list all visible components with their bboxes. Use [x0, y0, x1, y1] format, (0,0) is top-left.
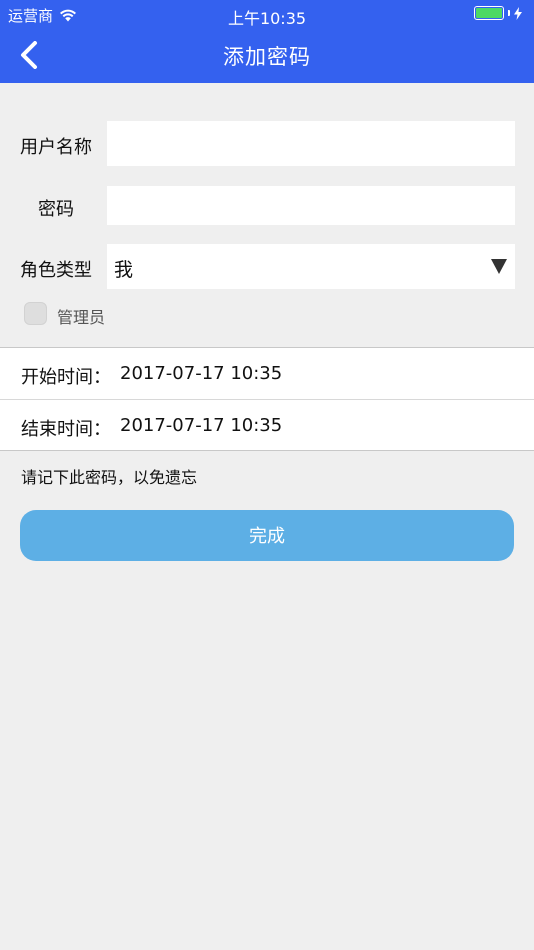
- navigation-bar: 添加密码: [0, 28, 534, 83]
- role-label: 角色类型: [20, 260, 92, 281]
- battery-tip: [508, 10, 510, 16]
- battery-fill: [476, 8, 502, 18]
- charging-bolt-icon: [514, 6, 522, 20]
- status-bar: 运营商 上午10:35: [0, 0, 534, 28]
- end-time-value: 2017-07-17 10:35: [120, 415, 283, 436]
- password-hint: 请记下此密码，以免遗忘: [21, 468, 198, 487]
- password-input[interactable]: [107, 186, 515, 225]
- time-section: 开始时间： 2017-07-17 10:35 结束时间： 2017-07-17 …: [0, 347, 534, 451]
- role-row: 角色类型 我: [0, 244, 534, 289]
- admin-checkbox-label: 管理员: [57, 308, 106, 327]
- page-title: 添加密码: [223, 45, 311, 69]
- start-time-label: 开始时间：: [21, 367, 111, 388]
- end-time-label: 结束时间：: [21, 419, 111, 440]
- username-row: 用户名称: [0, 121, 534, 166]
- password-label: 密码: [38, 199, 74, 220]
- admin-checkbox[interactable]: [24, 302, 47, 325]
- battery-icon: [474, 6, 522, 20]
- username-input[interactable]: [107, 121, 515, 166]
- triangle-down-icon: [491, 259, 507, 274]
- role-select[interactable]: 我: [107, 244, 515, 289]
- start-time-value: 2017-07-17 10:35: [120, 363, 283, 384]
- end-time-row[interactable]: 结束时间： 2017-07-17 10:35: [0, 400, 534, 451]
- start-time-row[interactable]: 开始时间： 2017-07-17 10:35: [0, 348, 534, 399]
- done-button[interactable]: 完成: [20, 510, 514, 561]
- status-time: 上午10:35: [227, 9, 307, 28]
- username-label: 用户名称: [20, 137, 92, 158]
- battery-body: [474, 6, 504, 20]
- role-selected-value: 我: [114, 259, 134, 281]
- password-row: 密码: [0, 186, 534, 225]
